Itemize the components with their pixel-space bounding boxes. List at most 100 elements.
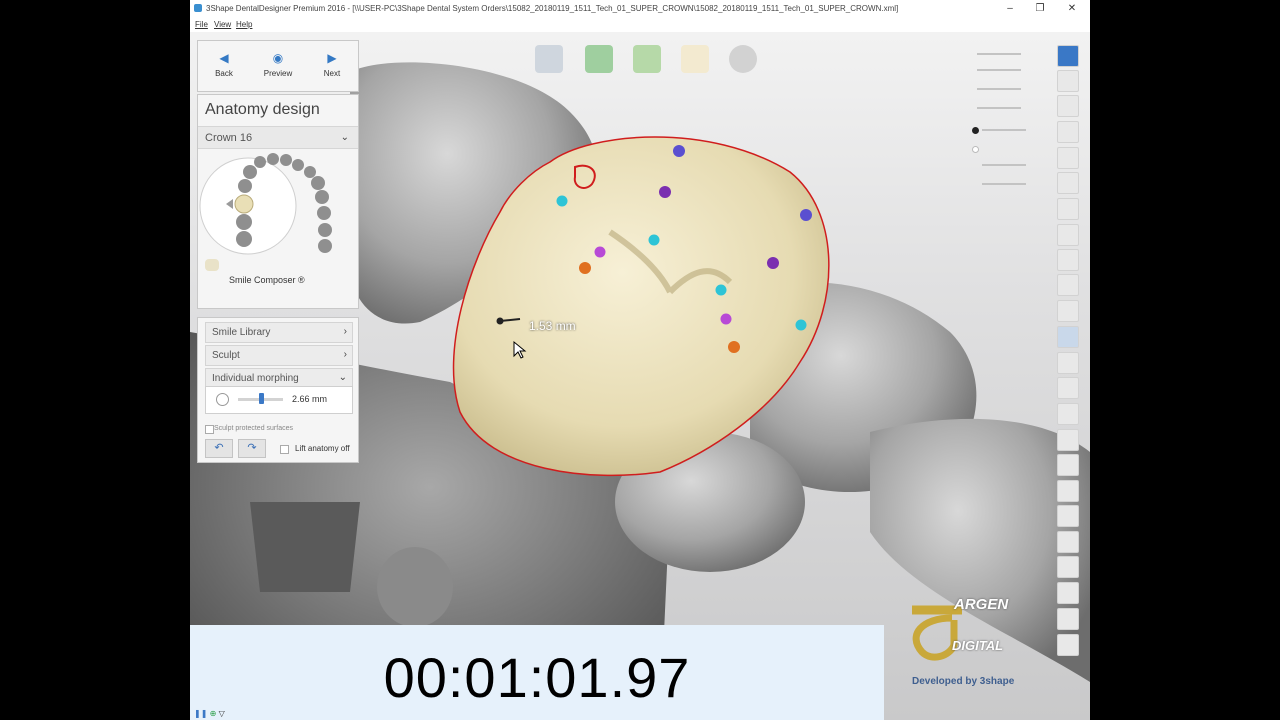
tooth-chart[interactable] [198,150,358,265]
contact-point-blue[interactable] [800,209,812,221]
morph-icon[interactable] [1057,326,1079,348]
crown-selector[interactable]: Crown 16 ⌄ [198,126,358,149]
undo-button[interactable]: ↶ [205,439,233,458]
contact-point-blue[interactable] [673,145,685,157]
fit-view-icon[interactable] [1057,70,1079,92]
menu-file[interactable]: File [195,20,208,29]
close-view-icon[interactable] [1057,45,1079,67]
tooth-chart-tooth[interactable] [236,214,252,230]
tooth-chart-tooth[interactable] [254,156,266,168]
individual-morphing-label: Individual morphing [212,373,299,384]
3d-viewport[interactable]: 1.53 mm ◀ Back ◉ Preview ▶ Next Anatomy … [190,32,1090,720]
view-top-icon[interactable] [1057,224,1079,246]
die-pin-shape [377,547,453,627]
close-button[interactable]: ✕ [1060,1,1084,16]
tooth-chart-tooth[interactable] [292,159,304,171]
radius-dial-icon [216,393,229,406]
smile-composer-label[interactable]: Smile Composer ® [229,275,305,285]
smile-library-label: Smile Library [212,327,271,338]
app-logo-icon [194,4,202,12]
anatomy-design-icon[interactable] [681,45,709,73]
contact-point-cyan[interactable] [795,319,807,331]
view-back-icon[interactable] [1057,172,1079,194]
contact-icon[interactable] [1057,403,1079,425]
morph-radius-thumb[interactable] [258,393,264,404]
smile-composer-icon [205,259,219,271]
tooth-chart-tooth[interactable] [267,153,279,165]
add-icon[interactable]: ⊕ [210,709,217,718]
contact-point-cyan[interactable] [648,234,660,246]
navigation-panel: ◀ Back ◉ Preview ▶ Next [197,40,359,92]
distance-icon[interactable] [1057,556,1079,578]
sculpt-protected-checkbox[interactable] [205,425,214,434]
chevron-right-icon: › [343,326,347,337]
visibility-toggle-die[interactable] [972,127,979,134]
visibility-slider-gingiva[interactable] [982,183,1026,185]
down-icon[interactable] [1057,531,1079,553]
visibility-slider-cut[interactable] [977,107,1021,109]
tooth-chart-tooth-selected[interactable] [234,194,254,214]
restore-button[interactable]: ❐ [1028,1,1052,16]
camera-icon[interactable] [1057,505,1079,527]
tooth-chart-tooth[interactable] [318,223,332,237]
contact-point-cyan[interactable] [715,284,727,296]
warning-icon[interactable] [1057,454,1079,476]
menu-view[interactable]: View [214,20,231,29]
brand-top-text: ARGEN [954,596,1009,613]
visibility-slider-antagonist[interactable] [977,69,1021,71]
minimize-button[interactable]: – [998,1,1022,16]
contact-point-magenta[interactable] [720,313,732,325]
education-icon[interactable] [1057,121,1079,143]
view-front-icon[interactable] [1057,147,1079,169]
margin-line-icon[interactable] [535,45,563,73]
contact-point-orange[interactable] [728,341,740,353]
contact-point-purple[interactable] [659,186,671,198]
face-icon[interactable] [1057,429,1079,451]
tooth-chart-tooth[interactable] [236,231,252,247]
tooth-chart-tooth[interactable] [304,166,316,178]
visibility-slider-smile[interactable] [982,164,1026,166]
filter-icon[interactable]: ▽ [219,709,225,718]
rotate-view-icon[interactable] [1057,95,1079,117]
contact-point-magenta[interactable] [594,246,606,258]
preview-button[interactable]: ◉ Preview [252,45,304,87]
sculpt-icon[interactable] [1057,249,1079,271]
smooth-icon[interactable] [1057,300,1079,322]
visibility-slider-crown[interactable] [977,88,1021,90]
tooth-chart-tooth[interactable] [317,206,331,220]
redo-button[interactable]: ↷ [238,439,266,458]
next-button[interactable]: ▶ Next [306,45,358,87]
insertion-direction-icon[interactable] [585,45,613,73]
visibility-slider-upper[interactable] [977,53,1021,55]
tooth-chart-tooth[interactable] [315,190,329,204]
contact-point-purple[interactable] [767,257,779,269]
tooth-chart-tooth[interactable] [318,239,332,253]
tooth-chart-tooth[interactable] [238,179,252,193]
visibility-toggle-margin[interactable] [972,146,979,153]
arrow-right-icon: ▶ [327,51,337,65]
contact-point-orange[interactable] [579,262,591,274]
window-title: 3Shape DentalDesigner Premium 2016 - [\\… [206,4,899,13]
anatomy-design-panel: Anatomy design Crown 16 ⌄ Smile Composer… [197,94,359,309]
die-settings-icon[interactable] [633,45,661,73]
view-side-icon[interactable] [1057,198,1079,220]
wax-knife-icon[interactable] [1057,274,1079,296]
cross-section-icon[interactable] [1057,377,1079,399]
tooth-chart-tooth[interactable] [243,165,257,179]
check-icon[interactable] [1057,480,1079,502]
tooth-chart-tooth[interactable] [311,176,325,190]
menu-help[interactable]: Help [236,20,252,29]
smile-library-section[interactable]: Smile Library › [205,322,353,343]
preview-label: Preview [263,69,293,78]
contact-point-cyan[interactable] [556,195,568,207]
pause-icon[interactable]: ❚❚ [194,709,207,718]
right-toolbar [1057,42,1079,662]
tooth-chart-tooth[interactable] [280,154,292,166]
visibility-slider-die[interactable] [982,129,1026,131]
lift-anatomy-off-checkbox[interactable] [280,445,289,454]
sculpt-section[interactable]: Sculpt › [205,345,353,366]
cad-crown-icon[interactable] [729,45,757,73]
back-button[interactable]: ◀ Back [198,45,250,87]
transform-icon[interactable] [1057,352,1079,374]
sculpt-protected-label: Sculpt protected surfaces [214,425,293,432]
